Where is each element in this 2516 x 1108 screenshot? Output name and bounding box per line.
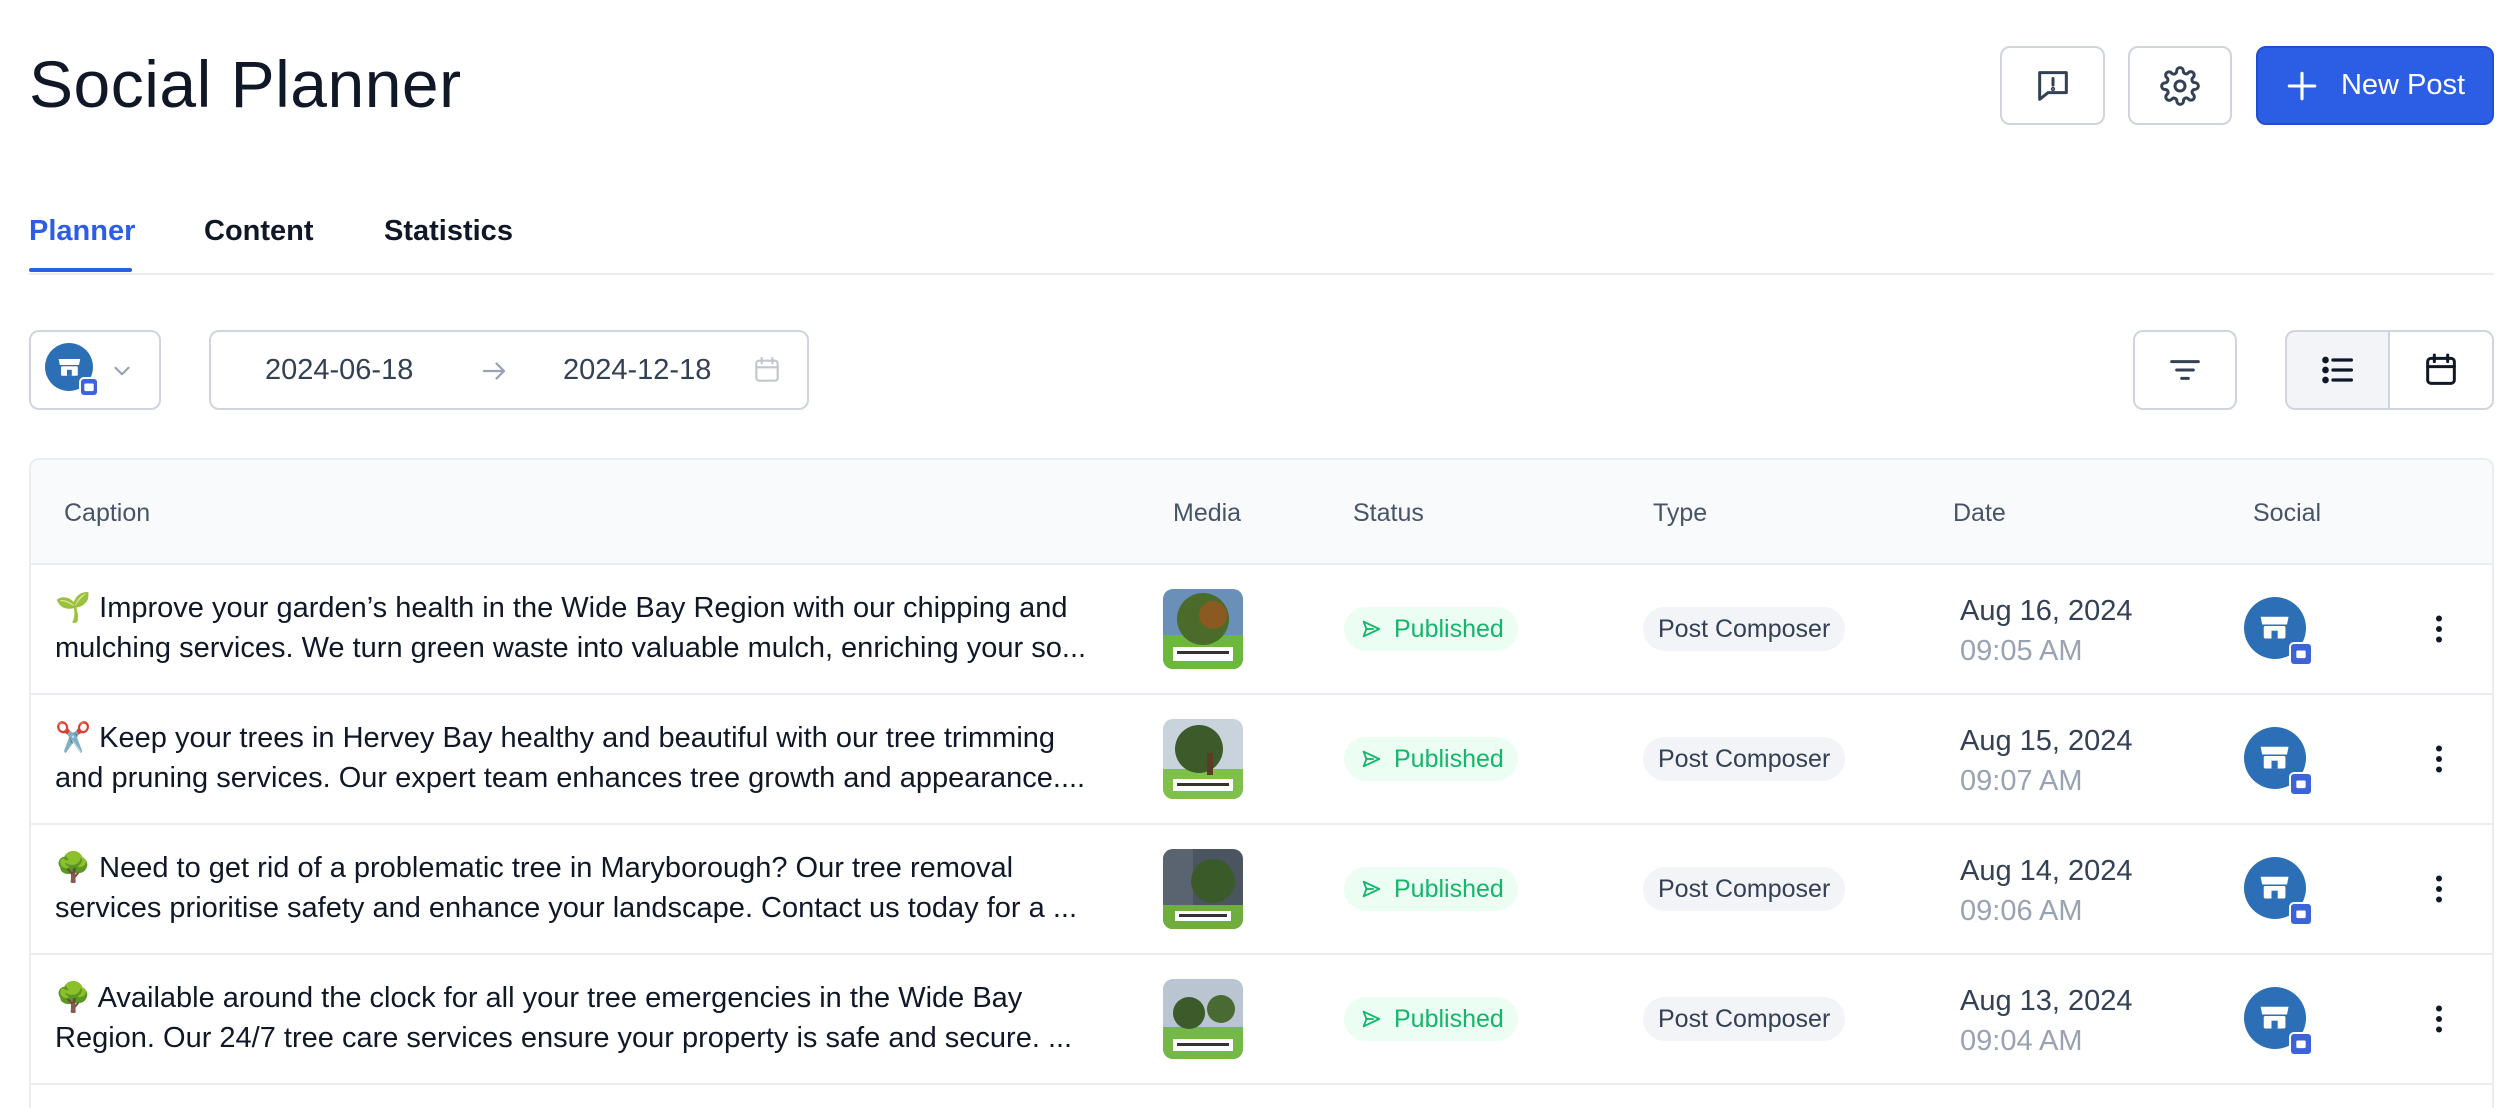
- google-business-badge: [2289, 902, 2313, 926]
- store-icon: [2261, 747, 2289, 769]
- send-icon: [1362, 880, 1381, 898]
- table-row[interactable]: 🌳 Available around the clock for all you…: [31, 955, 2492, 1085]
- gear-icon: [2160, 65, 2200, 106]
- calendar-view-button[interactable]: [2388, 330, 2494, 410]
- avatar: [45, 343, 99, 397]
- google-business-badge: [79, 377, 99, 397]
- plus-icon: [2287, 71, 2317, 100]
- row-more-button[interactable]: [2415, 605, 2463, 653]
- more-vertical-icon: [2436, 745, 2442, 773]
- posts-table: Caption Media Status Type Date Social 🌱 …: [29, 458, 2494, 1108]
- row-more-button[interactable]: [2415, 735, 2463, 783]
- column-header-type: Type: [1653, 499, 1708, 527]
- type-badge: Post Composer: [1643, 997, 1846, 1041]
- new-post-button[interactable]: New Post: [2256, 46, 2494, 125]
- table-row[interactable]: ✂️ Keep your trees in Hervey Bay healthy…: [31, 695, 2492, 825]
- type-badge: Post Composer: [1643, 737, 1846, 781]
- more-vertical-icon: [2436, 615, 2442, 643]
- google-business-badge: [2289, 772, 2313, 796]
- post-date: Aug 14, 2024: [1960, 855, 2133, 887]
- table-header: Caption Media Status Type Date Social: [31, 460, 2492, 565]
- tab-bar: Planner Content Statistics: [29, 205, 2494, 275]
- more-vertical-icon: [2436, 1005, 2442, 1033]
- date-range-picker[interactable]: 2024-06-18 2024-12-18: [209, 330, 809, 410]
- store-icon: [2261, 1007, 2289, 1029]
- social-account-avatar[interactable]: [2244, 597, 2313, 666]
- row-more-button[interactable]: [2415, 995, 2463, 1043]
- filter-button[interactable]: [2133, 330, 2237, 410]
- chevron-down-icon: [114, 366, 130, 376]
- status-badge: Published: [1344, 607, 1518, 651]
- post-time: 09:06 AM: [1960, 895, 2083, 927]
- list-icon: [2321, 356, 2353, 384]
- table-row[interactable]: 🌳 Need to get rid of a problematic tree …: [31, 825, 2492, 955]
- feedback-button[interactable]: [2000, 46, 2105, 125]
- column-header-date: Date: [1953, 499, 2006, 527]
- google-business-badge: [2289, 642, 2313, 666]
- post-time: 09:04 AM: [1960, 1025, 2083, 1057]
- calendar-icon: [2426, 353, 2456, 385]
- end-date-input[interactable]: 2024-12-18: [563, 354, 711, 387]
- post-date: Aug 15, 2024: [1960, 725, 2133, 757]
- tab-planner[interactable]: Planner: [29, 215, 135, 248]
- status-badge: Published: [1344, 997, 1518, 1041]
- social-account-avatar[interactable]: [2244, 727, 2313, 796]
- post-time: 09:05 AM: [1960, 635, 2083, 667]
- post-time: 09:07 AM: [1960, 765, 2083, 797]
- status-badge: Published: [1344, 737, 1518, 781]
- post-date: Aug 13, 2024: [1960, 985, 2133, 1017]
- post-caption: ✂️ Keep your trees in Hervey Bay healthy…: [55, 722, 1086, 794]
- type-badge: Post Composer: [1643, 867, 1846, 911]
- start-date-input[interactable]: 2024-06-18: [265, 354, 413, 387]
- send-icon: [1362, 750, 1381, 768]
- post-caption: 🌳 Need to get rid of a problematic tree …: [55, 852, 1077, 924]
- list-view-button[interactable]: [2285, 330, 2390, 410]
- settings-button[interactable]: [2128, 46, 2232, 125]
- store-icon: [2261, 617, 2289, 639]
- media-thumbnail[interactable]: [1163, 589, 1243, 669]
- google-business-badge: [2289, 1032, 2313, 1056]
- row-more-button[interactable]: [2415, 865, 2463, 913]
- store-icon: [2261, 877, 2289, 899]
- active-tab-indicator: [29, 268, 132, 272]
- social-account-avatar[interactable]: [2244, 857, 2313, 926]
- post-date: Aug 16, 2024: [1960, 595, 2133, 627]
- media-thumbnail[interactable]: [1163, 979, 1243, 1059]
- store-icon: [58, 358, 80, 376]
- new-post-label: New Post: [2340, 69, 2466, 101]
- tab-content[interactable]: Content: [204, 215, 314, 248]
- tab-statistics[interactable]: Statistics: [384, 215, 513, 248]
- more-vertical-icon: [2436, 875, 2442, 903]
- social-account-avatar[interactable]: [2244, 987, 2313, 1056]
- post-caption: 🌳 Available around the clock for all you…: [55, 982, 1073, 1054]
- status-badge: Published: [1344, 867, 1518, 911]
- account-select[interactable]: [29, 330, 161, 410]
- column-header-social: Social: [2253, 499, 2322, 527]
- type-badge: Post Composer: [1643, 607, 1846, 651]
- table-row[interactable]: 🌱 Improve your garden’s health in the Wi…: [31, 565, 2492, 695]
- calendar-icon: [755, 356, 779, 382]
- media-thumbnail[interactable]: [1163, 719, 1243, 799]
- media-thumbnail[interactable]: [1163, 849, 1243, 929]
- send-icon: [1362, 620, 1381, 638]
- post-caption: 🌱 Improve your garden’s health in the Wi…: [55, 592, 1087, 664]
- column-header-media: Media: [1173, 499, 1242, 527]
- send-icon: [1362, 1010, 1381, 1028]
- filter-lines-icon: [2170, 360, 2200, 380]
- page-title: Social Planner: [29, 47, 462, 121]
- arrow-right-icon: [482, 362, 506, 380]
- column-header-caption: Caption: [64, 499, 151, 527]
- column-header-status: Status: [1353, 499, 1424, 527]
- message-alert-icon: [2037, 70, 2068, 101]
